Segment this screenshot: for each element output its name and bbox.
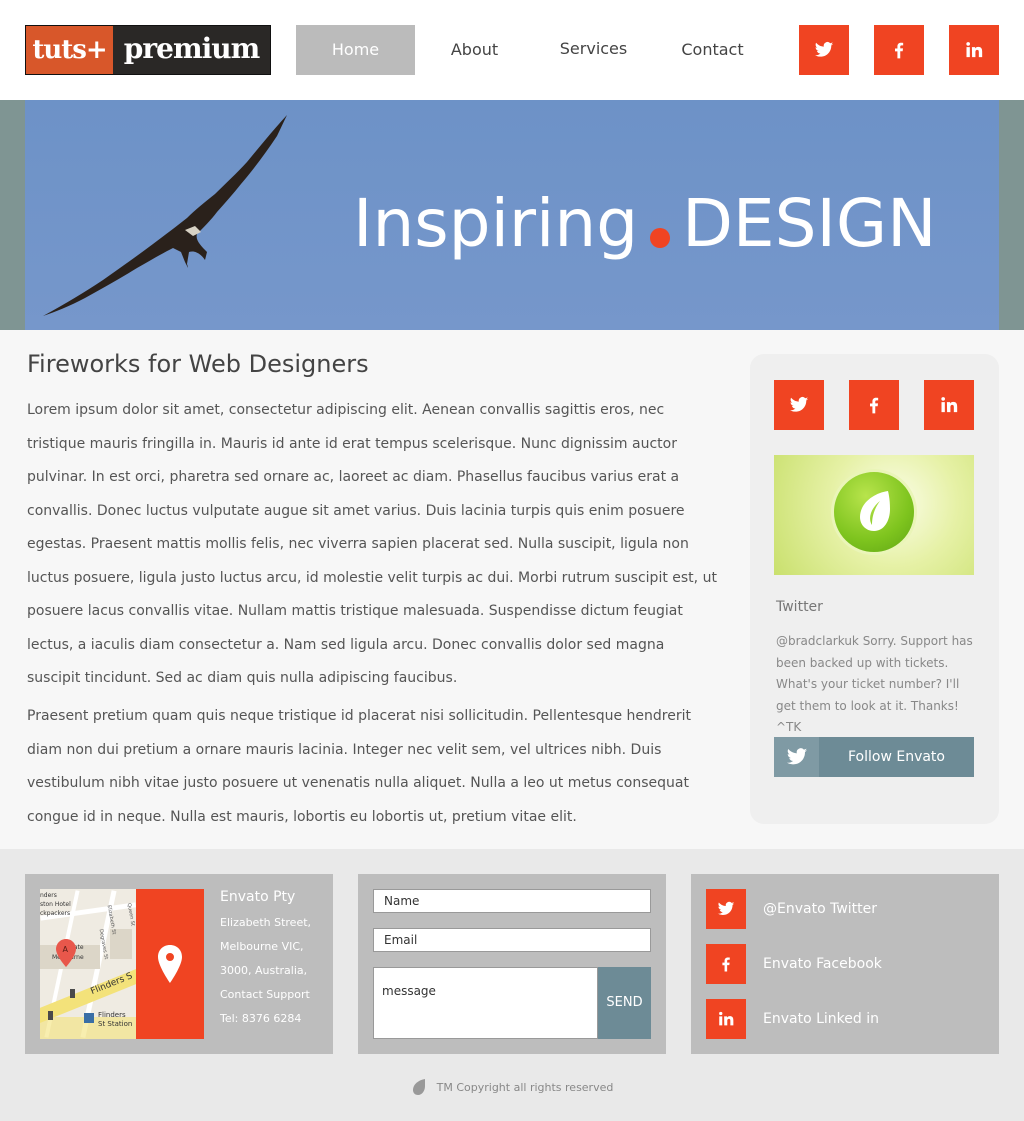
social-links-box: @Envato Twitter Envato Facebook Envato L… bbox=[691, 874, 999, 1054]
hero-dot-icon bbox=[650, 228, 671, 248]
envato-leaf-icon bbox=[412, 1079, 425, 1095]
header: tuts+ premium Home About Services Contac… bbox=[0, 0, 1024, 100]
sidebar: Twitter @bradclarkuk Sorry. Support has … bbox=[750, 354, 999, 824]
header-facebook-button[interactable] bbox=[874, 25, 924, 75]
copyright: TM Copyright all rights reserved bbox=[0, 1078, 1024, 1096]
footer-facebook-label: Envato Facebook bbox=[763, 956, 882, 972]
map-graphic: nders ston Hotel ckpackers gate Melbourn… bbox=[40, 889, 136, 1039]
footer-facebook-link[interactable]: Envato Facebook bbox=[706, 944, 882, 984]
twitter-icon bbox=[717, 901, 735, 916]
hero-banner: Inspiring DESIGN bbox=[0, 100, 1024, 330]
tweet-text: @bradclarkuk Sorry. Support has been bac… bbox=[776, 634, 973, 734]
linkedin-icon bbox=[966, 42, 983, 58]
article-paragraph-2: Praesent pretium quam quis neque tristiq… bbox=[27, 708, 691, 825]
map-label: St Station bbox=[98, 1020, 132, 1028]
nav-contact[interactable]: Contact bbox=[653, 25, 772, 75]
address-line: Melbourne VIC, bbox=[220, 940, 304, 953]
nav-home[interactable]: Home bbox=[296, 25, 415, 75]
address-company: Envato Pty bbox=[220, 889, 296, 905]
phone-number: Tel: 8376 6284 bbox=[220, 1012, 302, 1025]
location-pin-icon bbox=[158, 945, 182, 983]
contact-support-link[interactable]: Contact Support bbox=[220, 988, 310, 1001]
follow-envato-label: Follow Envato bbox=[847, 749, 945, 765]
footer-linkedin-icon-box bbox=[706, 999, 746, 1039]
header-linkedin-button[interactable] bbox=[949, 25, 999, 75]
facebook-icon bbox=[895, 42, 904, 59]
location-map[interactable]: nders ston Hotel ckpackers gate Melbourn… bbox=[40, 889, 136, 1039]
contact-form: Name Email message SEND bbox=[358, 874, 666, 1054]
facebook-icon bbox=[722, 957, 730, 972]
hero-title-right: DESIGN bbox=[682, 185, 937, 262]
map-label: ston Hotel bbox=[40, 901, 71, 908]
follow-envato-button[interactable]: Follow Envato bbox=[774, 737, 974, 777]
follow-twitter-icon-box bbox=[774, 737, 819, 777]
map-marker-label: A bbox=[63, 945, 69, 954]
envato-banner-image bbox=[774, 455, 974, 575]
train-station-icon bbox=[84, 1013, 94, 1023]
linkedin-icon bbox=[941, 397, 958, 413]
footer-facebook-icon-box bbox=[706, 944, 746, 984]
email-field[interactable]: Email bbox=[373, 928, 651, 952]
hero-title: Inspiring DESIGN bbox=[353, 182, 937, 266]
sidebar-facebook-button[interactable] bbox=[849, 380, 899, 430]
message-field[interactable]: message bbox=[373, 967, 598, 1039]
footer-linkedin-link[interactable]: Envato Linked in bbox=[706, 999, 879, 1039]
address-line: Elizabeth Street, bbox=[220, 916, 312, 929]
address-box: nders ston Hotel ckpackers gate Melbourn… bbox=[25, 874, 333, 1054]
map-label: ckpackers bbox=[40, 910, 70, 917]
twitter-icon bbox=[786, 748, 807, 765]
send-button[interactable]: SEND bbox=[598, 967, 651, 1039]
hero-image: Inspiring DESIGN bbox=[25, 100, 999, 330]
twitter-icon bbox=[789, 397, 809, 412]
footer-twitter-link[interactable]: @Envato Twitter bbox=[706, 889, 877, 929]
article-title: Fireworks for Web Designers bbox=[27, 350, 369, 378]
tuts-premium-logo[interactable]: tuts+ premium bbox=[25, 25, 271, 75]
address-line: 3000, Australia, bbox=[220, 964, 308, 977]
copyright-text: TM Copyright all rights reserved bbox=[436, 1080, 614, 1094]
map-label: Flinders bbox=[98, 1011, 126, 1019]
logo-premium-text: premium bbox=[123, 32, 260, 65]
facebook-icon bbox=[870, 397, 879, 414]
footer-twitter-label: @Envato Twitter bbox=[763, 901, 878, 917]
logo-tuts-text: tuts+ bbox=[26, 26, 113, 74]
main-content: Fireworks for Web Designers Lorem ipsum … bbox=[0, 330, 1024, 849]
twitter-icon bbox=[814, 42, 834, 57]
footer-twitter-icon-box bbox=[706, 889, 746, 929]
linkedin-icon bbox=[719, 1011, 734, 1026]
footer: nders ston Hotel ckpackers gate Melbourn… bbox=[0, 849, 1024, 1121]
article-paragraph-1: Lorem ipsum dolor sit amet, consectetur … bbox=[27, 402, 717, 686]
hero-title-left: Inspiring bbox=[353, 185, 639, 262]
eagle-image bbox=[43, 115, 287, 316]
sidebar-twitter-button[interactable] bbox=[774, 380, 824, 430]
envato-leaf-icon bbox=[831, 469, 917, 555]
map-label: nders bbox=[40, 892, 57, 899]
sidebar-linkedin-button[interactable] bbox=[924, 380, 974, 430]
name-field[interactable]: Name bbox=[373, 889, 651, 913]
header-twitter-button[interactable] bbox=[799, 25, 849, 75]
twitter-feed-title: Twitter bbox=[776, 599, 823, 615]
nav-about[interactable]: About bbox=[415, 25, 534, 75]
footer-linkedin-label: Envato Linked in bbox=[763, 1011, 879, 1027]
location-pin-box bbox=[136, 889, 204, 1039]
nav-services[interactable]: Services bbox=[534, 24, 653, 74]
